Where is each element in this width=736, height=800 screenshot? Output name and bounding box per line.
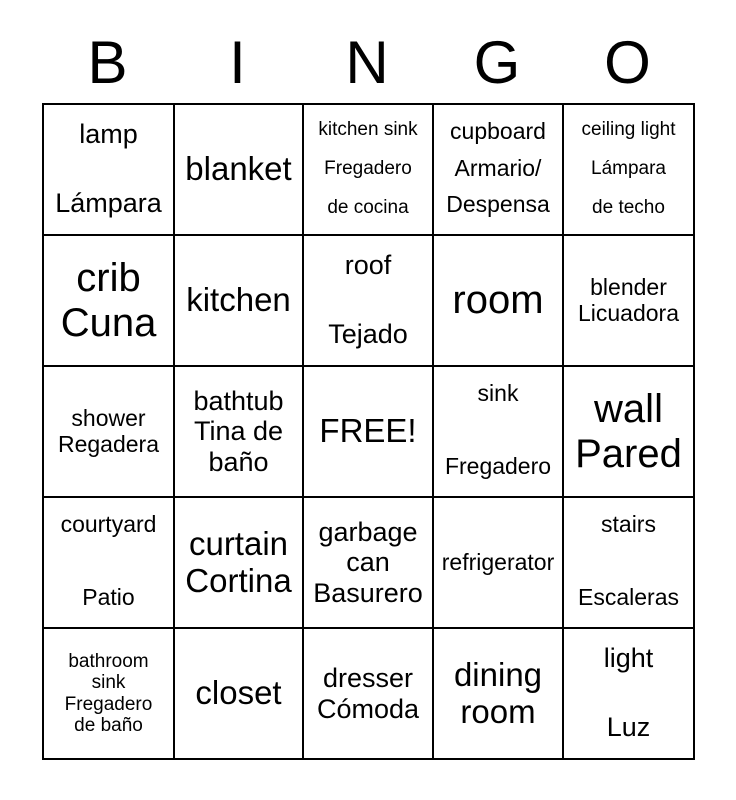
bingo-cell[interactable]: dresser Cómoda: [304, 629, 434, 760]
bingo-cell-line: dining: [453, 655, 543, 693]
header-letter-i: I: [229, 29, 246, 96]
bingo-cell-line: Tejado: [328, 318, 408, 349]
bingo-cell-line: Basurero: [313, 577, 423, 608]
bingo-cell[interactable]: lamp Lámpara: [44, 105, 175, 236]
bingo-cell[interactable]: light Luz: [564, 629, 695, 760]
bingo-cell[interactable]: dining room: [434, 629, 564, 760]
bingo-cell[interactable]: crib Cuna: [44, 236, 175, 367]
bingo-header: B I N G O: [42, 26, 693, 100]
bingo-cell[interactable]: bathtub Tina de baño: [175, 367, 304, 498]
bingo-cell-line: lamp: [79, 119, 138, 149]
bingo-cell-line: roof: [344, 250, 392, 280]
bingo-cell-line: Regadera: [57, 430, 160, 457]
bingo-cell[interactable]: stairs Escaleras: [564, 498, 695, 629]
bingo-cell[interactable]: room: [434, 236, 564, 367]
bingo-cell-line: garbage: [318, 517, 418, 548]
bingo-card: B I N G O lamp Lámpara blanket kitchen sink…: [0, 0, 736, 800]
bingo-cell-line: Fregadero: [324, 157, 412, 179]
bingo-cell-line: room: [460, 692, 536, 730]
bingo-cell-line: crib: [76, 255, 141, 300]
bingo-cell-line: FREE!: [319, 412, 417, 450]
bingo-cell[interactable]: blender Licuadora: [564, 236, 695, 367]
bingo-cell[interactable]: curtain Cortina: [175, 498, 304, 629]
bingo-cell-line: curtain: [188, 524, 289, 562]
bingo-cell[interactable]: kitchen: [175, 236, 304, 367]
bingo-cell-line: Armario/: [454, 154, 542, 181]
header-letter-g: G: [473, 29, 521, 96]
bingo-cell-free[interactable]: FREE!: [304, 367, 434, 498]
bingo-cell-line: Cuna: [60, 300, 157, 345]
bingo-cell-line: bathroom: [68, 650, 149, 672]
bingo-cell[interactable]: blanket: [175, 105, 304, 236]
bingo-cell-line: blender: [590, 273, 667, 300]
bingo-cell-line: light: [603, 643, 654, 673]
bingo-cell-line: wall: [594, 386, 663, 431]
bingo-cell-line: Cortina: [185, 561, 292, 599]
bingo-cell-line: sink: [477, 380, 519, 406]
bingo-cell-line: refrigerator: [441, 548, 555, 575]
bingo-cell-line: de baño: [74, 714, 143, 736]
bingo-cell-line: ceiling light: [581, 119, 676, 140]
bingo-cell-line: baño: [208, 446, 269, 477]
header-letter-o: O: [604, 29, 651, 96]
bingo-cell[interactable]: courtyard Patio: [44, 498, 175, 629]
header-letter-n: N: [345, 29, 389, 96]
bingo-cell-line: Luz: [606, 711, 651, 742]
bingo-cell[interactable]: kitchen sink Fregadero de cocina: [304, 105, 434, 236]
bingo-cell-line: Despensa: [446, 191, 550, 218]
bingo-cell[interactable]: refrigerator: [434, 498, 564, 629]
bingo-cell-line: can: [346, 547, 390, 578]
bingo-cell-line: de cocina: [327, 196, 409, 218]
bingo-cell[interactable]: cupboard Armario/Despensa: [434, 105, 564, 236]
bingo-cell[interactable]: sink Fregadero: [434, 367, 564, 498]
bingo-cell-line: bathtub: [193, 386, 284, 417]
bingo-cell[interactable]: closet: [175, 629, 304, 760]
bingo-cell-line: cupboard: [450, 118, 546, 144]
bingo-grid: lamp Lámpara blanket kitchen sink Fregadero d…: [42, 103, 695, 760]
bingo-cell[interactable]: wall Pared: [564, 367, 695, 498]
bingo-cell-line: Pared: [575, 431, 682, 476]
bingo-cell-line: Fregadero: [64, 693, 153, 715]
bingo-cell-line: blanket: [185, 150, 292, 188]
bingo-cell-line: dresser: [322, 663, 414, 694]
bingo-cell-line: courtyard: [60, 511, 157, 537]
bingo-cell[interactable]: bathroom sink Fregadero de baño: [44, 629, 175, 760]
bingo-cell-line: Licuadora: [577, 299, 680, 326]
bingo-cell-line: Escaleras: [578, 584, 679, 611]
bingo-cell[interactable]: ceiling light Lámpara de techo: [564, 105, 695, 236]
bingo-cell-line: closet: [195, 674, 282, 712]
bingo-cell[interactable]: garbage can Basurero: [304, 498, 434, 629]
bingo-cell-line: stairs: [601, 511, 656, 537]
bingo-cell-line: Tina de: [193, 416, 284, 447]
bingo-cell-line: sink: [91, 672, 126, 694]
bingo-cell-line: de techo: [592, 196, 665, 218]
bingo-cell-line: kitchen sink: [318, 119, 418, 140]
bingo-cell-line: Lámpara: [591, 157, 666, 179]
bingo-cell-line: Patio: [82, 584, 135, 611]
bingo-cell-line: Fregadero: [444, 453, 552, 480]
bingo-cell-line: kitchen: [186, 281, 291, 319]
bingo-cell[interactable]: shower Regadera: [44, 367, 175, 498]
header-letter-b: B: [87, 29, 128, 96]
bingo-cell-line: Cómoda: [316, 693, 420, 724]
bingo-cell[interactable]: roof Tejado: [304, 236, 434, 367]
bingo-cell-line: room: [452, 278, 544, 323]
bingo-cell-line: shower: [71, 404, 146, 431]
bingo-cell-line: Lámpara: [55, 187, 162, 218]
